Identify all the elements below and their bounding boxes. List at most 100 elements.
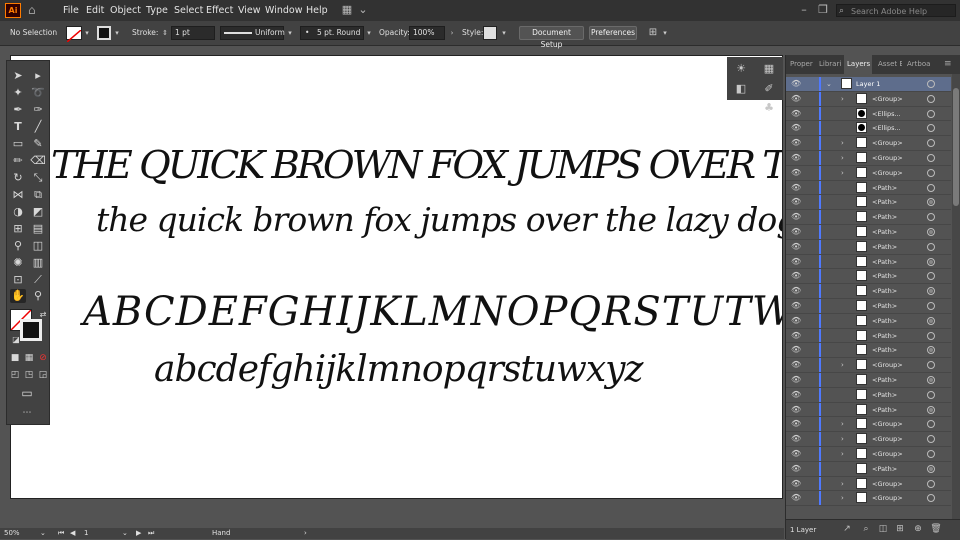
visibility-eye-icon[interactable]: 👁: [791, 183, 801, 193]
target-icon[interactable]: [927, 479, 935, 488]
target-icon[interactable]: [927, 109, 935, 118]
export-icon[interactable]: ↗: [841, 523, 853, 535]
layer-name[interactable]: <Path>: [872, 195, 897, 209]
expand-icon[interactable]: ›: [841, 151, 844, 165]
lasso-tool-icon[interactable]: ➰: [30, 86, 46, 100]
target-icon[interactable]: [927, 390, 935, 399]
artboard-dropdown[interactable]: ⌄: [122, 528, 128, 539]
visibility-eye-icon[interactable]: 👁: [791, 316, 801, 326]
menu-help[interactable]: Help: [306, 0, 328, 21]
layer-name[interactable]: <Group>: [872, 166, 903, 180]
visibility-eye-icon[interactable]: 👁: [791, 479, 801, 489]
layer-item-row[interactable]: 👁 <Path>: [786, 239, 951, 255]
layer-name[interactable]: Layer 1: [856, 77, 880, 91]
layer-name[interactable]: <Path>: [872, 255, 897, 269]
mesh-tool-icon[interactable]: ⊞: [10, 222, 26, 236]
menu-select[interactable]: Select: [174, 0, 203, 21]
layer-item-row[interactable]: 👁 <Path>: [786, 284, 951, 299]
layer-item-row[interactable]: 👁 <Path>: [786, 343, 951, 359]
target-icon[interactable]: [927, 168, 935, 177]
opacity-arrow[interactable]: ›: [447, 26, 457, 40]
opacity-field[interactable]: 100%: [409, 26, 445, 40]
target-icon[interactable]: [927, 464, 935, 473]
layer-name[interactable]: <Path>: [872, 314, 897, 328]
zoom-tool-icon[interactable]: ⚲: [30, 289, 46, 303]
menu-view[interactable]: View: [238, 0, 261, 21]
menu-type[interactable]: Type: [146, 0, 168, 21]
layer-item-row[interactable]: 👁 <Path>: [786, 210, 951, 225]
edit-toolbar-icon[interactable]: ⋯: [19, 406, 35, 420]
lowercase-alphabet[interactable]: abcdefghijklmnopqrstuwxyz: [154, 349, 643, 390]
visibility-eye-icon[interactable]: 👁: [791, 168, 801, 178]
panel-menu-icon[interactable]: ≡: [944, 55, 956, 74]
expand-icon[interactable]: ›: [841, 92, 844, 106]
expand-icon[interactable]: ›: [841, 477, 844, 491]
last-artboard-icon[interactable]: ⏭: [148, 528, 154, 539]
target-icon[interactable]: [927, 183, 935, 192]
paintbrush-tool-icon[interactable]: ✎: [30, 137, 46, 151]
layer-name[interactable]: <Path>: [872, 299, 897, 313]
fill-dropdown[interactable]: ▾: [82, 26, 92, 40]
visibility-eye-icon[interactable]: 👁: [791, 434, 801, 444]
layer-name[interactable]: <Group>: [872, 417, 903, 431]
expand-icon[interactable]: ›: [841, 358, 844, 372]
visibility-eye-icon[interactable]: 👁: [791, 197, 801, 207]
target-icon[interactable]: [927, 316, 935, 325]
layer-item-row[interactable]: 👁 › <Group>: [786, 447, 951, 462]
target-icon[interactable]: [927, 228, 935, 236]
expand-icon[interactable]: ›: [841, 447, 844, 461]
layer-name[interactable]: <Path>: [872, 240, 897, 254]
tab-layers[interactable]: Layers: [844, 55, 872, 74]
visibility-eye-icon[interactable]: 👁: [791, 405, 801, 415]
visibility-eye-icon[interactable]: 👁: [791, 331, 801, 341]
layer-item-row[interactable]: 👁 › <Group>: [786, 417, 951, 433]
new-sublayer-icon[interactable]: ⊞: [894, 523, 906, 535]
target-icon[interactable]: [927, 257, 935, 266]
status-arrow-icon[interactable]: ›: [304, 528, 307, 539]
layer-name[interactable]: <Path>: [872, 284, 897, 298]
expand-icon[interactable]: ›: [841, 491, 844, 505]
eyedropper-tool-icon[interactable]: ⚲: [10, 239, 26, 253]
layer-name[interactable]: <Path>: [872, 462, 897, 476]
perspective-grid-tool-icon[interactable]: ◩: [30, 205, 46, 219]
target-icon[interactable]: [927, 435, 935, 444]
symbol-sprayer-tool-icon[interactable]: ✺: [10, 256, 26, 270]
stroke-stepper[interactable]: ⇕: [160, 26, 170, 40]
layer-item-row[interactable]: 👁 <Path>: [786, 195, 951, 211]
expand-icon[interactable]: ›: [841, 136, 844, 150]
visibility-eye-icon[interactable]: 👁: [791, 301, 801, 311]
target-icon[interactable]: [927, 450, 935, 458]
home-icon[interactable]: ⌂: [28, 3, 42, 17]
target-icon[interactable]: [927, 80, 935, 88]
layer-item-row[interactable]: 👁 › <Group>: [786, 476, 951, 492]
layer-name[interactable]: <Path>: [872, 373, 897, 387]
style-swatch[interactable]: [483, 26, 497, 40]
arrange-dropdown[interactable]: ▾: [660, 26, 670, 40]
gradient-tool-icon[interactable]: ▤: [30, 222, 46, 236]
layer-item-row[interactable]: 👁 › <Group>: [786, 491, 951, 507]
layer-name[interactable]: <Group>: [872, 447, 903, 461]
target-icon[interactable]: [927, 242, 935, 251]
layer-item-row[interactable]: 👁 <Path>: [786, 254, 951, 270]
target-icon[interactable]: [927, 331, 935, 340]
visibility-eye-icon[interactable]: 👁: [791, 79, 801, 89]
none-mode-icon[interactable]: ⊘: [35, 351, 51, 365]
layer-item-row[interactable]: 👁 <Ellips...: [786, 106, 951, 122]
symbols-icon[interactable]: ♣: [761, 101, 777, 115]
expand-icon[interactable]: ›: [841, 432, 844, 446]
layer-name[interactable]: <Path>: [872, 388, 897, 402]
prev-artboard-icon[interactable]: ◀: [70, 528, 75, 539]
locate-object-icon[interactable]: ⌕: [860, 523, 872, 535]
target-icon[interactable]: [927, 213, 935, 222]
visibility-eye-icon[interactable]: 👁: [791, 94, 801, 104]
layer-item-row[interactable]: 👁 › <Group>: [786, 91, 951, 107]
expand-icon[interactable]: ›: [841, 417, 844, 431]
layer-name[interactable]: <Path>: [872, 210, 897, 224]
column-graph-tool-icon[interactable]: ▥: [30, 256, 46, 270]
draw-inside-icon[interactable]: ◲: [35, 368, 51, 382]
tab-libraries[interactable]: Librari: [819, 55, 843, 74]
blend-tool-icon[interactable]: ◫: [30, 239, 46, 253]
tab-artboards[interactable]: Artboa: [907, 55, 933, 74]
visibility-eye-icon[interactable]: 👁: [791, 257, 801, 267]
layer-name[interactable]: <Group>: [872, 151, 903, 165]
